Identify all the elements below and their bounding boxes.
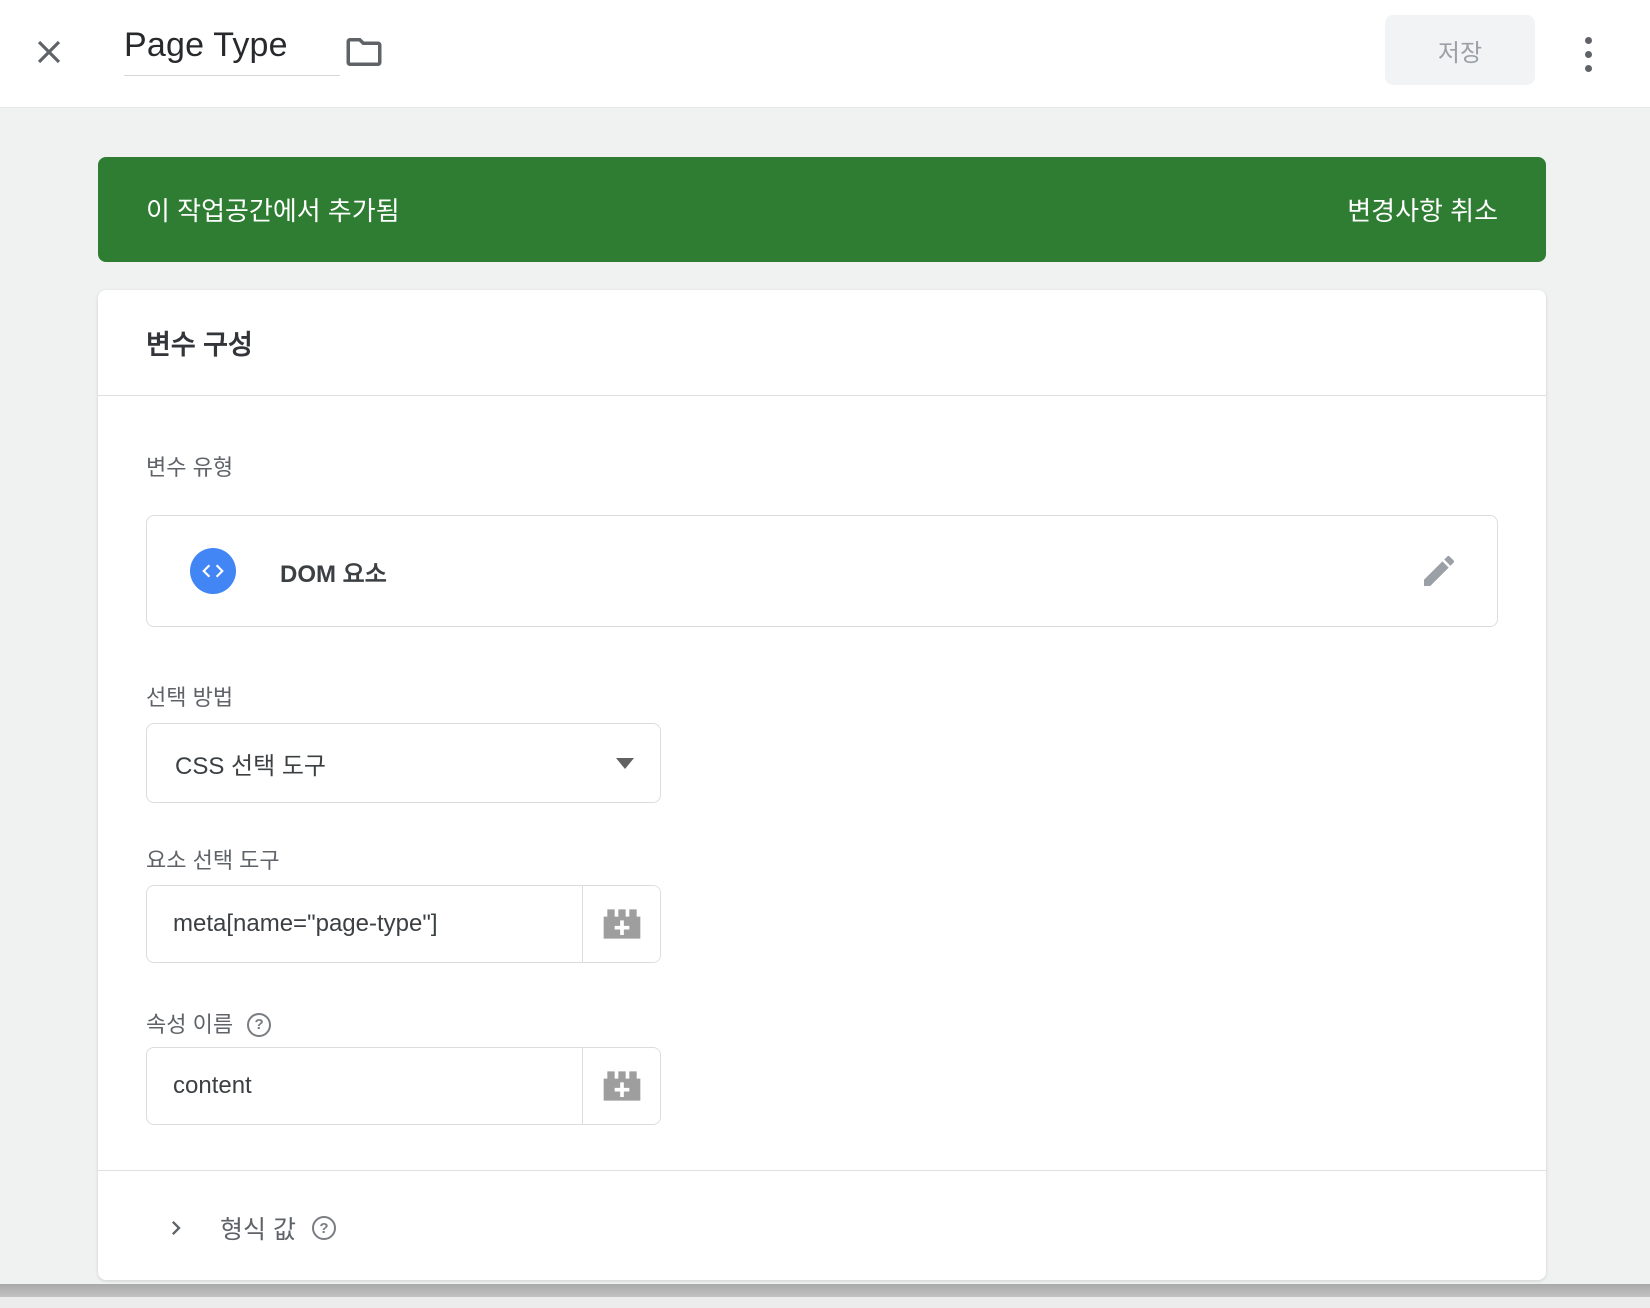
dropdown-arrow-icon: [616, 758, 634, 769]
card-title: 변수 구성: [146, 323, 253, 362]
element-selector-input[interactable]: meta[name="page-type"]: [147, 886, 582, 962]
card-body: 변수 유형 DOM 요소 선택 방법 CSS 선택 도구: [98, 455, 1546, 1251]
page-title: Page Type: [124, 26, 288, 64]
gtm-variable-editor: Page Type 저장 이 작업공간에서 추가됨 변경사항 취소 변수 구성 …: [0, 0, 1650, 108]
chevron-right-icon: [162, 1214, 190, 1242]
folder-icon: [343, 31, 385, 73]
format-value-label: 형식 값: [220, 1210, 296, 1246]
variable-name-field[interactable]: Page Type: [124, 26, 340, 76]
selection-method-label: 선택 방법: [146, 685, 1498, 711]
folder-button[interactable]: [342, 30, 386, 74]
discard-changes-link[interactable]: 변경사항 취소: [1347, 191, 1498, 228]
attribute-name-label: 속성 이름: [146, 1012, 233, 1038]
close-icon: [30, 33, 68, 71]
attribute-name-input[interactable]: content: [147, 1048, 582, 1124]
variable-config-card: 변수 구성 변수 유형 DOM 요소 선택 방법: [98, 290, 1546, 1280]
bottom-gutter: [0, 1297, 1650, 1308]
section-divider: [98, 1170, 1546, 1171]
app-header: Page Type 저장: [0, 0, 1650, 108]
bottom-scrollbar[interactable]: [0, 1284, 1650, 1297]
attribute-name-label-row: 속성 이름 ?: [146, 1012, 1498, 1038]
insert-variable-button[interactable]: [582, 1048, 660, 1124]
attribute-name-group: content: [146, 1047, 661, 1125]
variable-brick-icon: [600, 1064, 644, 1108]
edit-icon: [1419, 551, 1459, 591]
help-icon[interactable]: ?: [247, 1013, 271, 1037]
variable-type-selector[interactable]: DOM 요소: [146, 515, 1498, 627]
variable-brick-icon: [600, 902, 644, 946]
selection-method-value: CSS 선택 도구: [175, 746, 326, 781]
card-title-row: 변수 구성: [98, 290, 1546, 396]
selection-method-dropdown[interactable]: CSS 선택 도구: [146, 723, 661, 803]
variable-type-value: DOM 요소: [280, 554, 387, 589]
format-value-toggle[interactable]: 형식 값 ?: [146, 1205, 1498, 1251]
variable-type-label: 변수 유형: [146, 455, 1498, 481]
code-icon: [190, 548, 236, 594]
workspace-banner: 이 작업공간에서 추가됨 변경사항 취소: [98, 157, 1546, 262]
element-selector-label: 요소 선택 도구: [146, 848, 1498, 874]
help-icon[interactable]: ?: [312, 1216, 336, 1240]
insert-variable-button[interactable]: [582, 886, 660, 962]
close-button[interactable]: [28, 31, 70, 73]
save-button[interactable]: 저장: [1385, 15, 1535, 85]
banner-message: 이 작업공간에서 추가됨: [146, 191, 400, 228]
edit-variable-type-button[interactable]: [1417, 549, 1461, 593]
element-selector-group: meta[name="page-type"]: [146, 885, 661, 963]
more-menu-button[interactable]: [1568, 26, 1608, 82]
kebab-icon: [1585, 37, 1592, 44]
